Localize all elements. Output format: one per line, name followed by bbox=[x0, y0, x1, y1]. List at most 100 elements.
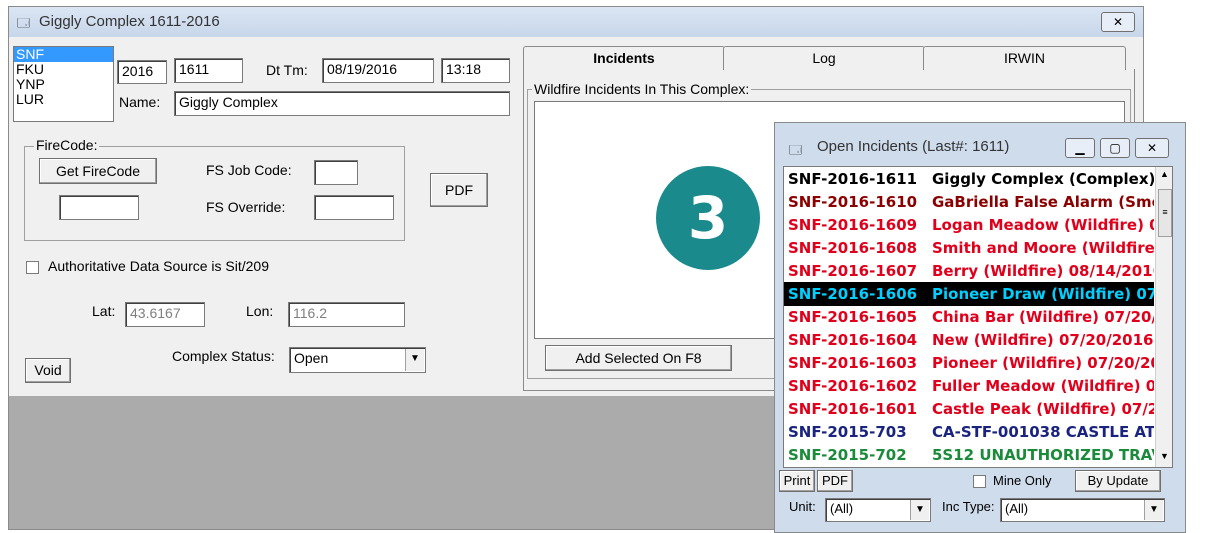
lat-label: Lat: bbox=[92, 303, 116, 319]
incident-row[interactable]: SNF-2016-1602 Fuller Meadow (Wildfire) 07… bbox=[784, 374, 1154, 398]
unit-filter-select[interactable]: (All) ▼ bbox=[825, 498, 931, 522]
incident-row[interactable]: SNF-2016-1611 Giggly Complex (Complex) 08… bbox=[784, 167, 1154, 191]
close-icon: ✕ bbox=[1112, 15, 1124, 29]
scrollbar[interactable]: ▲ ≡ ▼ bbox=[1155, 167, 1172, 467]
complex-status-select[interactable]: Open ▼ bbox=[289, 347, 426, 373]
fs-job-code-label: FS Job Code: bbox=[206, 162, 292, 178]
dt-tm-label: Dt Tm: bbox=[266, 62, 308, 78]
unit-list-item[interactable]: YNP bbox=[14, 77, 113, 92]
lon-field[interactable]: 116.2 bbox=[288, 302, 405, 327]
year-field[interactable]: 2016 bbox=[117, 60, 167, 84]
firecode-field[interactable] bbox=[59, 195, 139, 220]
get-firecode-button[interactable]: Get FireCode bbox=[39, 158, 157, 184]
incident-row[interactable]: SNF-2016-1601 Castle Peak (Wildfire) 07/2… bbox=[784, 397, 1154, 421]
incident-row[interactable]: SNF-2016-1607 Berry (Wildfire) 08/14/2016… bbox=[784, 259, 1154, 283]
incident-row[interactable]: SNF-2016-1604 New (Wildfire) 07/20/2016 1… bbox=[784, 328, 1154, 352]
incident-description: China Bar (Wildfire) 07/20/20 bbox=[932, 308, 1154, 326]
incident-id: SNF-2016-1601 bbox=[788, 400, 918, 418]
app-icon: 🗔 bbox=[789, 143, 803, 157]
incident-id: SNF-2016-1607 bbox=[788, 262, 918, 280]
unit-filter-value: (All) bbox=[830, 501, 854, 516]
app-icon: 🗔 bbox=[17, 16, 31, 30]
fs-override-label: FS Override: bbox=[206, 199, 286, 215]
close-button[interactable]: ✕ bbox=[1101, 12, 1135, 32]
step-badge: 3 bbox=[656, 166, 760, 270]
scroll-thumb[interactable]: ≡ bbox=[1158, 189, 1172, 237]
incident-id: SNF-2016-1602 bbox=[788, 377, 918, 395]
unit-list-item[interactable]: FKU bbox=[14, 62, 113, 77]
incident-row[interactable]: SNF-2016-1608 Smith and Moore (Wildfire) … bbox=[784, 236, 1154, 260]
incident-rows: SNF-2016-1611 Giggly Complex (Complex) 08… bbox=[784, 167, 1156, 467]
authoritative-checkbox[interactable] bbox=[26, 261, 39, 274]
incident-description: Castle Peak (Wildfire) 07/20/ bbox=[932, 400, 1154, 418]
mine-only-checkbox[interactable] bbox=[973, 475, 986, 488]
tab-irwin[interactable]: IRWIN bbox=[923, 46, 1126, 70]
date-field[interactable]: 08/19/2016 bbox=[322, 58, 434, 83]
lat-field[interactable]: 43.6167 bbox=[125, 302, 205, 327]
open-incidents-list[interactable]: SNF-2016-1611 Giggly Complex (Complex) 08… bbox=[783, 166, 1173, 468]
title-bar: 🗔 Giggly Complex 1611-2016 ✕ bbox=[9, 7, 1143, 37]
mine-only-label: Mine Only bbox=[993, 473, 1052, 488]
incident-description: New (Wildfire) 07/20/2016 15 bbox=[932, 331, 1154, 349]
incident-description: Giggly Complex (Complex) 08/ bbox=[932, 170, 1154, 188]
inc-type-select[interactable]: (All) ▼ bbox=[1000, 498, 1165, 522]
firecode-group-title: FireCode: bbox=[34, 137, 100, 153]
incident-id: SNF-2016-1603 bbox=[788, 354, 918, 372]
incident-description: Fuller Meadow (Wildfire) 07/2 bbox=[932, 377, 1154, 395]
incident-id: SNF-2016-1604 bbox=[788, 331, 918, 349]
pdf-button[interactable]: PDF bbox=[817, 470, 853, 492]
chevron-down-icon[interactable]: ▼ bbox=[1144, 500, 1163, 520]
chevron-down-icon[interactable]: ▼ bbox=[910, 500, 929, 520]
incident-description: Pioneer (Wildfire) 07/20/2016 bbox=[932, 354, 1154, 372]
open-incidents-title: Open Incidents (Last#: 1611) bbox=[817, 138, 1010, 155]
incident-row[interactable]: SNF-2016-1610 GaBriella False Alarm (Smok… bbox=[784, 190, 1154, 214]
incident-row[interactable]: SNF-2015-703 CA-STF-001038 CASTLE ATB bbox=[784, 420, 1154, 444]
name-field[interactable]: Giggly Complex bbox=[174, 91, 510, 116]
incident-id: SNF-2016-1608 bbox=[788, 239, 918, 257]
chevron-down-icon[interactable]: ▼ bbox=[405, 349, 424, 371]
by-update-button[interactable]: By Update bbox=[1075, 470, 1161, 492]
open-incidents-window: 🗔 Open Incidents (Last#: 1611) ▁ ▢ ✕ SNF… bbox=[774, 122, 1186, 533]
minimize-button[interactable]: ▁ bbox=[1065, 138, 1095, 158]
tab-incidents[interactable]: Incidents bbox=[523, 46, 725, 70]
complex-status-label: Complex Status: bbox=[172, 348, 275, 364]
complex-status-value: Open bbox=[294, 350, 329, 366]
tab-log[interactable]: Log bbox=[723, 46, 925, 70]
authoritative-label: Authoritative Data Source is Sit/209 bbox=[48, 258, 270, 274]
add-selected-button[interactable]: Add Selected On F8 bbox=[545, 345, 732, 371]
incident-id: SNF-2016-1609 bbox=[788, 216, 918, 234]
incident-id: SNF-2016-1611 bbox=[788, 170, 918, 188]
incident-description: CA-STF-001038 CASTLE ATB bbox=[932, 423, 1154, 441]
time-field[interactable]: 13:18 bbox=[441, 58, 510, 83]
scroll-up-icon[interactable]: ▲ bbox=[1160, 169, 1169, 179]
incident-description: 5S12 UNAUTHORIZED TRAV bbox=[932, 446, 1154, 464]
unit-list-item[interactable]: LUR bbox=[14, 92, 113, 107]
number-field[interactable]: 1611 bbox=[174, 58, 243, 83]
minimize-icon: ▁ bbox=[1075, 141, 1085, 155]
lon-label: Lon: bbox=[246, 303, 274, 319]
pdf-button[interactable]: PDF bbox=[430, 173, 488, 207]
incident-id: SNF-2015-702 bbox=[788, 446, 907, 464]
step-badge-text: 3 bbox=[687, 184, 729, 252]
incident-row[interactable]: SNF-2016-1606 Pioneer Draw (Wildfire) 07/… bbox=[784, 282, 1154, 306]
print-button[interactable]: Print bbox=[779, 470, 815, 492]
maximize-button[interactable]: ▢ bbox=[1100, 138, 1130, 158]
incident-description: Berry (Wildfire) 08/14/2016 1 bbox=[932, 262, 1154, 280]
fs-override-field[interactable] bbox=[314, 195, 394, 220]
fs-job-code-field[interactable] bbox=[314, 160, 358, 185]
void-button[interactable]: Void bbox=[25, 358, 71, 383]
unit-listbox[interactable]: SNF FKU YNP LUR bbox=[13, 46, 114, 122]
incident-row[interactable]: SNF-2016-1609 Logan Meadow (Wildfire) 08/ bbox=[784, 213, 1154, 237]
scroll-down-icon[interactable]: ▼ bbox=[1160, 451, 1169, 461]
incidents-group-title: Wildfire Incidents In This Complex: bbox=[532, 81, 752, 97]
incident-description: GaBriella False Alarm (Smoke bbox=[932, 193, 1154, 211]
incident-row[interactable]: SNF-2016-1603 Pioneer (Wildfire) 07/20/20… bbox=[784, 351, 1154, 375]
incident-id: SNF-2015-703 bbox=[788, 423, 907, 441]
incident-row[interactable]: SNF-2015-702 5S12 UNAUTHORIZED TRAV bbox=[784, 443, 1154, 467]
window-title: Giggly Complex 1611-2016 bbox=[39, 13, 220, 30]
inc-type-label: Inc Type: bbox=[942, 499, 995, 514]
incident-row[interactable]: SNF-2016-1605 China Bar (Wildfire) 07/20/… bbox=[784, 305, 1154, 329]
unit-list-item[interactable]: SNF bbox=[14, 47, 113, 62]
close-button[interactable]: ✕ bbox=[1135, 138, 1169, 158]
close-icon: ✕ bbox=[1146, 141, 1158, 155]
